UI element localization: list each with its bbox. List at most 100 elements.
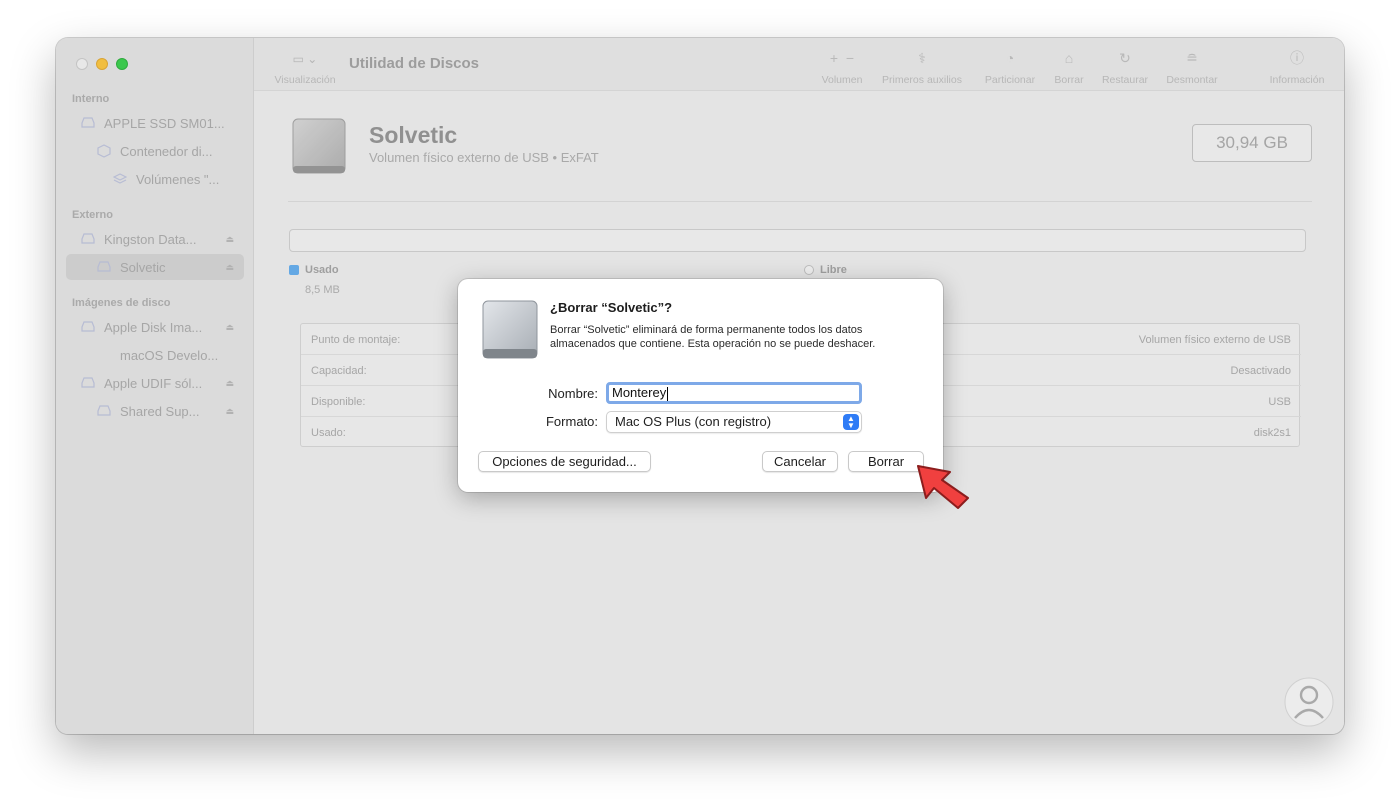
free-label: Libre (820, 264, 847, 276)
row-key: Usado: (311, 427, 346, 439)
sidebar-item-label: Volúmenes "... (136, 171, 220, 187)
volume-name: Solvetic (369, 122, 458, 148)
used-value: 8,5 MB (305, 284, 340, 296)
info-label: Información (1269, 74, 1325, 86)
usage-bar (289, 229, 1306, 252)
row-value: Desactivado (1230, 365, 1291, 377)
sidebar-item-shared-support[interactable]: Shared Sup... ⏏ (66, 398, 244, 424)
sidebar-item-apple-ssd[interactable]: APPLE SSD SM01... (66, 110, 244, 136)
eject-icon[interactable]: ⏏ (225, 234, 234, 245)
row-key: Punto de montaje: (311, 334, 401, 346)
zoom-button[interactable] (116, 58, 128, 70)
volume-stack-icon (112, 171, 128, 187)
sidebar-item-contenedor[interactable]: Contenedor di... (66, 138, 244, 164)
row-value: disk2s1 (1253, 427, 1291, 439)
red-arrow-icon (917, 465, 969, 509)
eject-icon[interactable]: ⏏ (225, 322, 234, 333)
sidebar-item-label: Solvetic (120, 259, 166, 275)
restore-button[interactable]: ↻ Restaurar (1096, 50, 1154, 87)
drive-icon (80, 375, 96, 391)
view-label: Visualización (274, 74, 336, 86)
sidebar-item-label: Contenedor di... (120, 143, 213, 159)
sidebar-item-kingston[interactable]: Kingston Data... ⏏ (66, 226, 244, 252)
dialog-message: Borrar “Solvetic” eliminará de forma per… (550, 324, 876, 350)
pie-partition-icon: ◔ (1005, 50, 1015, 66)
erase-disk-icon: ⌂ (1064, 50, 1074, 66)
sidebar-item-label: APPLE SSD SM01... (104, 115, 225, 131)
sidebar-section-imagenes: Imágenes de disco (72, 297, 171, 309)
erase-label: Borrar (1054, 74, 1084, 86)
row-key: Capacidad: (311, 365, 367, 377)
drive-icon (80, 319, 96, 335)
unmount-icon: ≘ (1186, 50, 1198, 66)
name-label: Nombre: (548, 386, 598, 401)
restore-label: Restaurar (1101, 74, 1149, 86)
unmount-label: Desmontar (1166, 74, 1218, 86)
sidebar-section-externo: Externo (72, 209, 113, 221)
volume-icon (96, 403, 112, 419)
sidebar-item-label: Apple Disk Ima... (104, 319, 203, 335)
window-title: Utilidad de Discos (349, 55, 480, 72)
close-button[interactable] (76, 58, 88, 70)
free-swatch (804, 265, 814, 275)
erase-dialog: ¿Borrar “Solvetic”? Borrar “Solvetic” el… (458, 279, 943, 492)
text-caret (667, 386, 669, 401)
partition-label: Particionar (984, 74, 1036, 86)
sidebar-item-macos-developer[interactable]: macOS Develo... (66, 342, 244, 368)
unmount-button[interactable]: ≘ Desmontar (1160, 50, 1224, 87)
cancel-button[interactable]: Cancelar (762, 451, 838, 472)
stethoscope-icon: ⚕ (918, 50, 926, 66)
divider (288, 201, 1312, 202)
sidebar-item-apple-disk-image[interactable]: Apple Disk Ima... ⏏ (66, 314, 244, 340)
sidebar-section-interno: Interno (72, 93, 110, 105)
window-controls (76, 58, 128, 70)
sidebar-item-label: Apple UDIF sól... (104, 375, 203, 391)
used-label: Usado (305, 264, 339, 276)
name-input[interactable]: Monterey (606, 382, 862, 404)
drive-icon (80, 115, 96, 131)
row-value: Volumen físico externo de USB (1138, 334, 1291, 346)
sidebar-item-label: Kingston Data... (104, 231, 197, 247)
toolbar: ▭ ⌄ Visualización Utilidad de Discos + −… (254, 38, 1344, 91)
select-stepper-icon: ▲ ▼ (843, 414, 859, 430)
security-options-button[interactable]: Opciones de seguridad... (478, 451, 651, 472)
sidebar-item-solvetic[interactable]: Solvetic ⏏ (66, 254, 244, 280)
sidebar: Interno APPLE SSD SM01... Contenedor di.… (56, 38, 254, 734)
restore-icon: ↻ (1119, 50, 1131, 66)
drive-icon (80, 231, 96, 247)
format-select-value: Mac OS Plus (con registro) (615, 414, 772, 429)
solvetic-logo-icon (1284, 677, 1334, 727)
minimize-button[interactable] (96, 58, 108, 70)
eject-icon[interactable]: ⏏ (225, 378, 234, 389)
dialog-title: ¿Borrar “Solvetic”? (550, 300, 673, 315)
first-aid-label: Primeros auxilios (882, 74, 962, 86)
eject-icon[interactable]: ⏏ (225, 262, 234, 273)
eject-icon[interactable]: ⏏ (225, 406, 234, 417)
sidebar-item-label: macOS Develo... (120, 347, 219, 363)
legend-free: Libre (804, 264, 847, 276)
volume-size: 30,94 GB (1192, 124, 1312, 162)
volume-subtitle: Volumen físico externo de USB • ExFAT (369, 150, 599, 165)
volume-label: Volumen (821, 74, 863, 86)
sidebar-item-volumenes[interactable]: Volúmenes "... (66, 166, 244, 192)
sidebar-item-apple-udif[interactable]: Apple UDIF sól... ⏏ (66, 370, 244, 396)
drive-icon (96, 259, 112, 275)
partition-button[interactable]: ◔ Particionar (980, 50, 1040, 87)
erase-toolbar-button[interactable]: ⌂ Borrar (1048, 50, 1090, 87)
external-disk-icon (482, 300, 538, 359)
view-button[interactable]: ▭ ⌄ Visualización (270, 52, 340, 86)
first-aid-button[interactable]: ⚕ Primeros auxilios (878, 50, 966, 87)
container-icon (96, 143, 112, 159)
info-icon: ⓘ (1290, 50, 1304, 66)
format-select[interactable]: Mac OS Plus (con registro) ▲ ▼ (606, 411, 862, 433)
used-swatch (289, 265, 299, 275)
sidebar-toggle-icon: ▭ ⌄ (292, 52, 318, 66)
external-disk-icon (292, 118, 346, 174)
row-value: USB (1268, 396, 1291, 408)
sidebar-item-label: Shared Sup... (120, 403, 200, 419)
row-key: Disponible: (311, 396, 366, 408)
format-label: Formato: (545, 414, 598, 429)
plus-minus-icon: + − (829, 50, 855, 66)
volume-button[interactable]: + − Volumen (816, 50, 868, 87)
info-button[interactable]: ⓘ Información (1264, 50, 1330, 87)
